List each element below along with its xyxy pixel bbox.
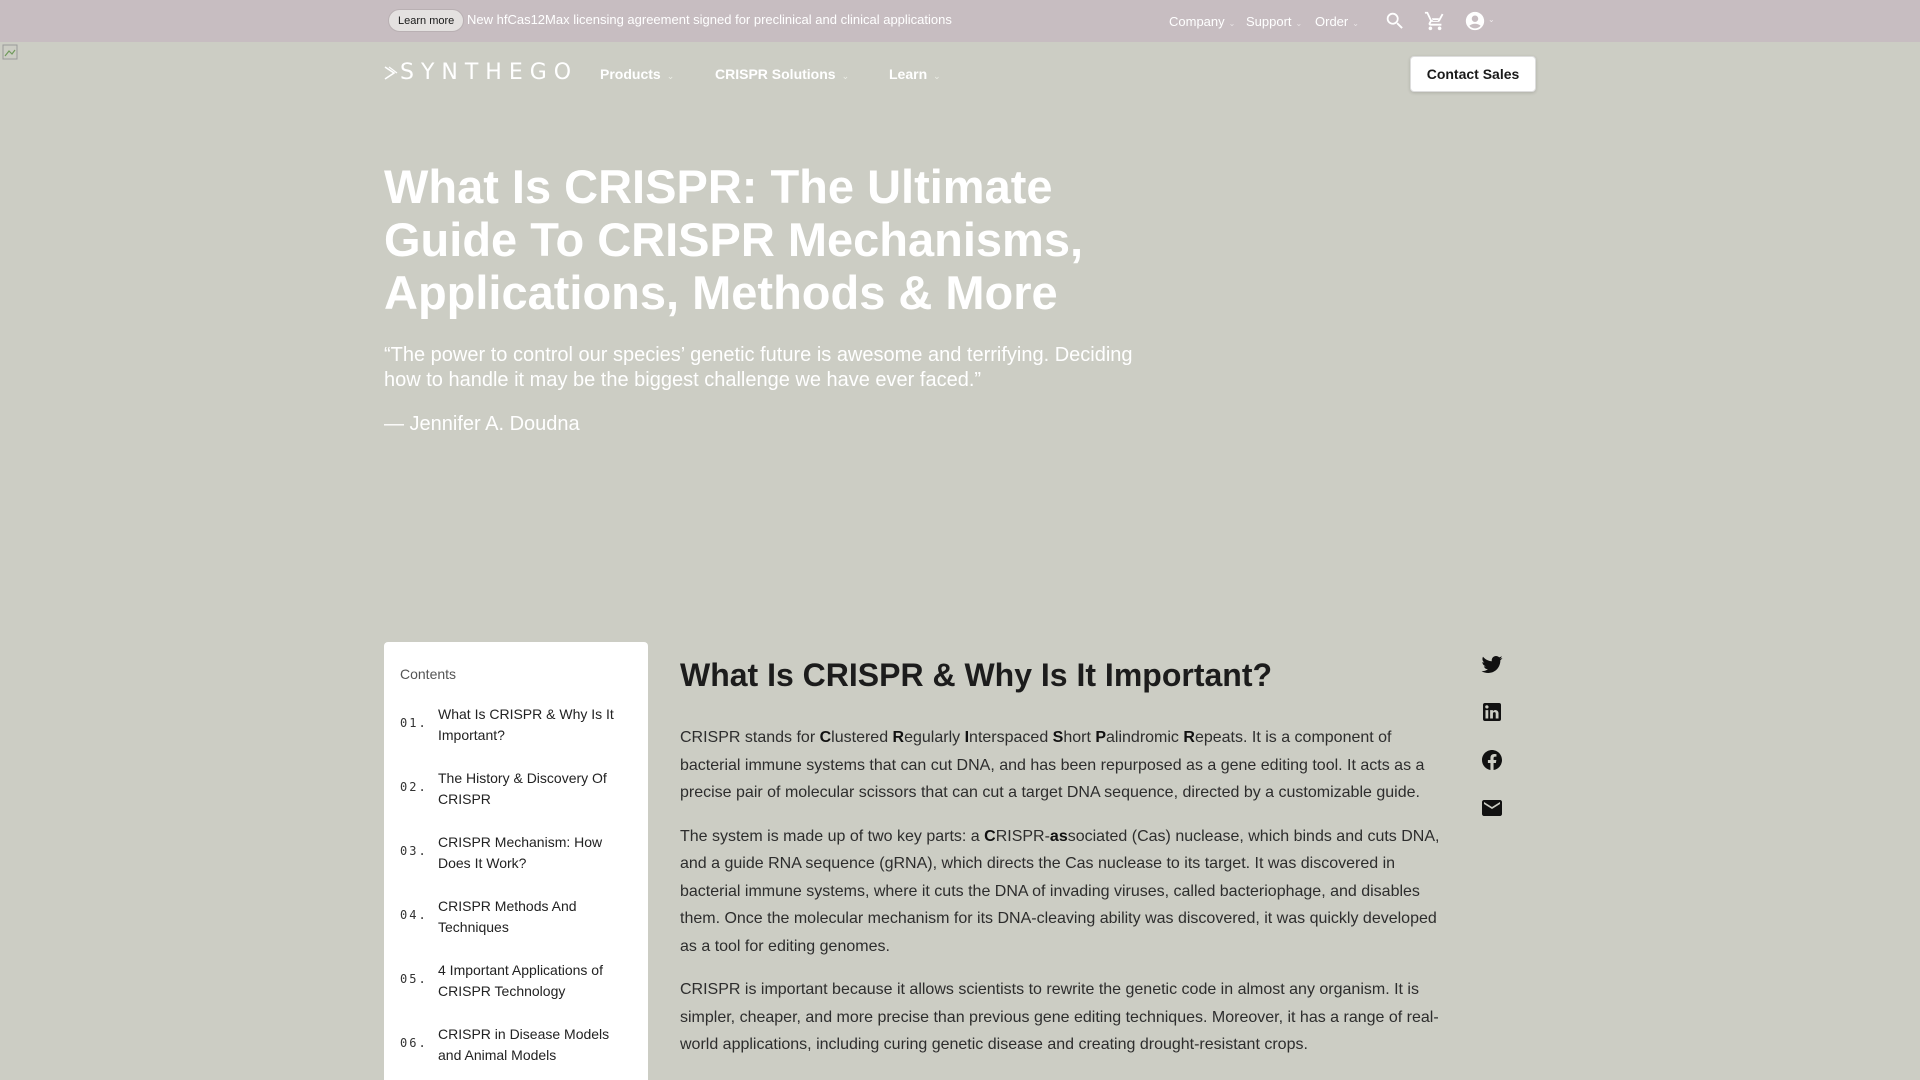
toc-item-label[interactable]: CRISPR in Disease Models and Animal Mode… (438, 1024, 618, 1066)
email-icon[interactable] (1480, 796, 1504, 820)
article-paragraph: CRISPR stands for Clustered Regularly In… (680, 724, 1440, 807)
toc-item-label[interactable]: CRISPR Methods And Techniques (438, 896, 618, 938)
learn-more-pill[interactable]: Learn more (388, 9, 465, 32)
acronym-letter: R (1183, 729, 1195, 746)
acronym-letter: C (984, 827, 996, 845)
toc-item-label[interactable]: CRISPR Mechanism: How Does It Work? (438, 832, 618, 874)
text-run: alindromic (1106, 729, 1184, 746)
chevron-down-icon: ⌄ (1295, 19, 1303, 28)
acronym-letter: as (1049, 827, 1068, 845)
utility-support-label: Support (1246, 14, 1292, 29)
utility-support-link[interactable]: Support ⌄ (1246, 14, 1302, 29)
text-run: CRISPR stands for (680, 729, 820, 746)
toc-item[interactable]: 03. CRISPR Mechanism: How Does It Work? (400, 832, 632, 896)
toc-item[interactable]: 04. CRISPR Methods And Techniques (400, 896, 632, 960)
toc-item-number: 05. (400, 972, 428, 986)
text-run: lustered (831, 729, 893, 746)
text-run: egularly (904, 729, 965, 746)
facebook-icon[interactable] (1480, 748, 1504, 772)
toc-item-number: 02. (400, 780, 428, 794)
twitter-icon[interactable] (1480, 652, 1504, 676)
chevron-down-icon: ⌄ (841, 71, 850, 81)
announcement-text[interactable]: New hfCas12Max licensing agreement signe… (467, 12, 952, 27)
acronym-letter: R (892, 729, 905, 746)
article-paragraph: CRISPR is important because it allows sc… (680, 981, 1439, 1053)
nav-products[interactable]: Products ⌄ (600, 66, 674, 82)
toc-title: Contents (400, 666, 457, 682)
contact-sales-button[interactable]: Contact Sales (1410, 56, 1536, 92)
nav-learn[interactable]: Learn ⌄ (889, 66, 941, 82)
nav-crispr-solutions-label: CRISPR Solutions (715, 66, 836, 82)
toc-item-number: 04. (400, 908, 428, 922)
utility-nav: Company ⌄ Support ⌄ Order ⌄ ⌄ (1136, 0, 1536, 42)
text-run: nterspaced (969, 729, 1053, 746)
logo-text: SYNTHEGO (400, 60, 579, 85)
toc-item-number: 06. (400, 1036, 428, 1050)
toc-item-label[interactable]: 4 Important Applications of CRISPR Techn… (438, 960, 618, 1002)
nav-learn-label: Learn (889, 66, 928, 82)
toc-item[interactable]: 06. CRISPR in Disease Models and Animal … (400, 1024, 632, 1080)
article-paragraph: The system is made up of two key parts: … (680, 823, 1440, 961)
hero-quote: “The power to control our species’ genet… (384, 344, 1133, 391)
text-run: hort (1063, 729, 1096, 746)
toc-item-number: 03. (400, 844, 428, 858)
synthego-logo[interactable]: SYNTHEGO (384, 62, 578, 84)
article: What Is CRISPR & Why Is It Important? CR… (680, 656, 1440, 1059)
chevron-down-icon[interactable]: ⌄ (1488, 15, 1495, 24)
utility-order-label: Order (1315, 14, 1349, 29)
linkedin-icon[interactable] (1480, 700, 1504, 724)
broken-image-icon (2, 44, 18, 60)
nav-products-label: Products (600, 66, 661, 82)
acronym-letter: C (819, 729, 832, 746)
acronym-letter: P (1095, 729, 1107, 746)
quote-author: — Jennifer A. Doudna (384, 413, 580, 435)
chevron-down-icon: ⌄ (1352, 19, 1359, 28)
toc-item-number: 01. (400, 716, 428, 730)
hero: What Is CRISPR: The Ultimate Guide To CR… (384, 160, 1164, 436)
toc-item[interactable]: 02. The History & Discovery Of CRISPR (400, 768, 632, 832)
text-run: RISPR- (995, 827, 1050, 845)
text-run: sociated (Cas) nuclease, which binds and… (680, 827, 1440, 955)
toc-item[interactable]: 01. What Is CRISPR & Why Is It Important… (400, 704, 632, 768)
section-heading: What Is CRISPR & Why Is It Important? (680, 657, 1273, 693)
toc-item-label[interactable]: What Is CRISPR & Why Is It Important? (438, 704, 618, 746)
acronym-letter: S (1052, 729, 1064, 746)
chevron-down-icon: ⌄ (1228, 19, 1236, 28)
cart-icon[interactable] (1424, 10, 1446, 32)
text-run: The system is made up of two key parts: … (680, 827, 985, 845)
page-title: What Is CRISPR: The Ultimate Guide To CR… (384, 160, 1084, 319)
search-icon[interactable] (1384, 10, 1406, 32)
chevron-down-icon: ⌄ (933, 71, 941, 81)
toc-item[interactable]: 05. 4 Important Applications of CRISPR T… (400, 960, 632, 1024)
announcement-bar: Learn more New hfCas12Max licensing agre… (0, 0, 1920, 42)
account-icon[interactable] (1464, 10, 1486, 32)
share-bar (1480, 652, 1506, 844)
logo-mark-icon (384, 66, 398, 80)
utility-company-label: Company (1169, 14, 1225, 29)
utility-company-link[interactable]: Company ⌄ (1169, 14, 1235, 29)
chevron-down-icon: ⌄ (666, 71, 675, 81)
table-of-contents: Contents 01. What Is CRISPR & Why Is It … (384, 642, 648, 1080)
utility-order-link[interactable]: Order ⌄ (1315, 14, 1359, 29)
nav-crispr-solutions[interactable]: CRISPR Solutions ⌄ (715, 66, 849, 82)
toc-item-label[interactable]: The History & Discovery Of CRISPR (438, 768, 618, 810)
main-nav: SYNTHEGO Products ⌄ CRISPR Solutions ⌄ Lea… (384, 48, 1536, 98)
